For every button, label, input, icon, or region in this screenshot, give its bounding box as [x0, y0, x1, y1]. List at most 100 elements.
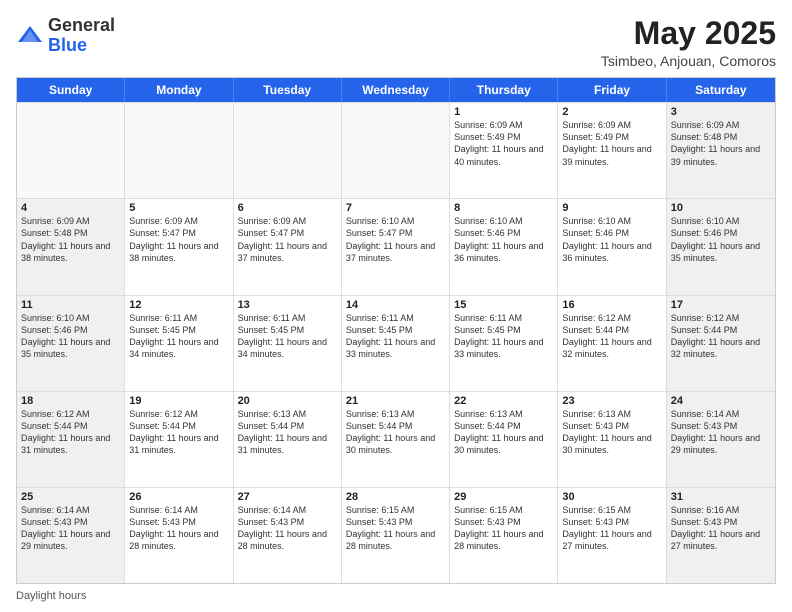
empty-cell [234, 103, 342, 198]
day-cell: 5Sunrise: 6:09 AM Sunset: 5:47 PM Daylig… [125, 199, 233, 294]
weekday-header: Sunday [17, 78, 125, 102]
day-number: 21 [346, 395, 445, 407]
calendar-row: 25Sunrise: 6:14 AM Sunset: 5:43 PM Dayli… [17, 487, 775, 583]
day-info: Sunrise: 6:10 AM Sunset: 5:47 PM Dayligh… [346, 215, 445, 264]
day-cell: 13Sunrise: 6:11 AM Sunset: 5:45 PM Dayli… [234, 296, 342, 391]
day-cell: 26Sunrise: 6:14 AM Sunset: 5:43 PM Dayli… [125, 488, 233, 583]
day-cell: 27Sunrise: 6:14 AM Sunset: 5:43 PM Dayli… [234, 488, 342, 583]
calendar-row: 11Sunrise: 6:10 AM Sunset: 5:46 PM Dayli… [17, 295, 775, 391]
empty-cell [342, 103, 450, 198]
weekday-header: Saturday [667, 78, 775, 102]
day-number: 23 [562, 395, 661, 407]
weekday-header: Friday [558, 78, 666, 102]
day-cell: 20Sunrise: 6:13 AM Sunset: 5:44 PM Dayli… [234, 392, 342, 487]
day-number: 7 [346, 202, 445, 214]
day-info: Sunrise: 6:15 AM Sunset: 5:43 PM Dayligh… [562, 504, 661, 553]
day-number: 28 [346, 491, 445, 503]
day-info: Sunrise: 6:09 AM Sunset: 5:48 PM Dayligh… [21, 215, 120, 264]
weekday-header: Monday [125, 78, 233, 102]
day-number: 9 [562, 202, 661, 214]
day-cell: 10Sunrise: 6:10 AM Sunset: 5:46 PM Dayli… [667, 199, 775, 294]
day-number: 19 [129, 395, 228, 407]
day-cell: 17Sunrise: 6:12 AM Sunset: 5:44 PM Dayli… [667, 296, 775, 391]
day-info: Sunrise: 6:09 AM Sunset: 5:48 PM Dayligh… [671, 119, 771, 168]
logo-general-text: General [48, 15, 115, 35]
day-cell: 15Sunrise: 6:11 AM Sunset: 5:45 PM Dayli… [450, 296, 558, 391]
calendar-row: 18Sunrise: 6:12 AM Sunset: 5:44 PM Dayli… [17, 391, 775, 487]
day-info: Sunrise: 6:10 AM Sunset: 5:46 PM Dayligh… [454, 215, 553, 264]
day-number: 5 [129, 202, 228, 214]
day-number: 3 [671, 106, 771, 118]
logo: General Blue [16, 16, 115, 56]
day-cell: 8Sunrise: 6:10 AM Sunset: 5:46 PM Daylig… [450, 199, 558, 294]
day-info: Sunrise: 6:13 AM Sunset: 5:44 PM Dayligh… [238, 408, 337, 457]
day-number: 20 [238, 395, 337, 407]
page: General Blue May 2025 Tsimbeo, Anjouan, … [0, 0, 792, 612]
day-number: 18 [21, 395, 120, 407]
day-cell: 12Sunrise: 6:11 AM Sunset: 5:45 PM Dayli… [125, 296, 233, 391]
day-info: Sunrise: 6:09 AM Sunset: 5:49 PM Dayligh… [454, 119, 553, 168]
day-info: Sunrise: 6:15 AM Sunset: 5:43 PM Dayligh… [346, 504, 445, 553]
title-block: May 2025 Tsimbeo, Anjouan, Comoros [601, 16, 776, 69]
day-info: Sunrise: 6:15 AM Sunset: 5:43 PM Dayligh… [454, 504, 553, 553]
day-number: 26 [129, 491, 228, 503]
day-number: 16 [562, 299, 661, 311]
day-info: Sunrise: 6:12 AM Sunset: 5:44 PM Dayligh… [671, 312, 771, 361]
day-cell: 30Sunrise: 6:15 AM Sunset: 5:43 PM Dayli… [558, 488, 666, 583]
location: Tsimbeo, Anjouan, Comoros [601, 53, 776, 69]
weekday-header: Tuesday [234, 78, 342, 102]
calendar: SundayMondayTuesdayWednesdayThursdayFrid… [16, 77, 776, 584]
day-number: 24 [671, 395, 771, 407]
day-info: Sunrise: 6:14 AM Sunset: 5:43 PM Dayligh… [21, 504, 120, 553]
empty-cell [125, 103, 233, 198]
month-title: May 2025 [601, 16, 776, 51]
day-number: 22 [454, 395, 553, 407]
day-cell: 29Sunrise: 6:15 AM Sunset: 5:43 PM Dayli… [450, 488, 558, 583]
day-info: Sunrise: 6:09 AM Sunset: 5:49 PM Dayligh… [562, 119, 661, 168]
day-cell: 7Sunrise: 6:10 AM Sunset: 5:47 PM Daylig… [342, 199, 450, 294]
day-cell: 22Sunrise: 6:13 AM Sunset: 5:44 PM Dayli… [450, 392, 558, 487]
calendar-row: 4Sunrise: 6:09 AM Sunset: 5:48 PM Daylig… [17, 198, 775, 294]
day-cell: 9Sunrise: 6:10 AM Sunset: 5:46 PM Daylig… [558, 199, 666, 294]
day-number: 4 [21, 202, 120, 214]
day-number: 10 [671, 202, 771, 214]
day-info: Sunrise: 6:11 AM Sunset: 5:45 PM Dayligh… [454, 312, 553, 361]
day-cell: 25Sunrise: 6:14 AM Sunset: 5:43 PM Dayli… [17, 488, 125, 583]
day-cell: 11Sunrise: 6:10 AM Sunset: 5:46 PM Dayli… [17, 296, 125, 391]
day-info: Sunrise: 6:11 AM Sunset: 5:45 PM Dayligh… [346, 312, 445, 361]
day-number: 8 [454, 202, 553, 214]
day-info: Sunrise: 6:11 AM Sunset: 5:45 PM Dayligh… [238, 312, 337, 361]
day-info: Sunrise: 6:14 AM Sunset: 5:43 PM Dayligh… [671, 408, 771, 457]
logo-blue-text: Blue [48, 35, 87, 55]
calendar-header: SundayMondayTuesdayWednesdayThursdayFrid… [17, 78, 775, 102]
day-info: Sunrise: 6:13 AM Sunset: 5:44 PM Dayligh… [346, 408, 445, 457]
footer: Daylight hours [16, 590, 776, 602]
day-cell: 18Sunrise: 6:12 AM Sunset: 5:44 PM Dayli… [17, 392, 125, 487]
day-number: 2 [562, 106, 661, 118]
day-cell: 21Sunrise: 6:13 AM Sunset: 5:44 PM Dayli… [342, 392, 450, 487]
day-info: Sunrise: 6:10 AM Sunset: 5:46 PM Dayligh… [21, 312, 120, 361]
day-cell: 2Sunrise: 6:09 AM Sunset: 5:49 PM Daylig… [558, 103, 666, 198]
day-cell: 28Sunrise: 6:15 AM Sunset: 5:43 PM Dayli… [342, 488, 450, 583]
day-info: Sunrise: 6:10 AM Sunset: 5:46 PM Dayligh… [562, 215, 661, 264]
day-number: 1 [454, 106, 553, 118]
day-info: Sunrise: 6:13 AM Sunset: 5:44 PM Dayligh… [454, 408, 553, 457]
day-info: Sunrise: 6:14 AM Sunset: 5:43 PM Dayligh… [238, 504, 337, 553]
day-cell: 3Sunrise: 6:09 AM Sunset: 5:48 PM Daylig… [667, 103, 775, 198]
day-cell: 24Sunrise: 6:14 AM Sunset: 5:43 PM Dayli… [667, 392, 775, 487]
day-number: 13 [238, 299, 337, 311]
day-number: 25 [21, 491, 120, 503]
day-info: Sunrise: 6:12 AM Sunset: 5:44 PM Dayligh… [21, 408, 120, 457]
day-number: 17 [671, 299, 771, 311]
day-number: 30 [562, 491, 661, 503]
day-info: Sunrise: 6:11 AM Sunset: 5:45 PM Dayligh… [129, 312, 228, 361]
day-number: 31 [671, 491, 771, 503]
day-number: 29 [454, 491, 553, 503]
day-info: Sunrise: 6:10 AM Sunset: 5:46 PM Dayligh… [671, 215, 771, 264]
day-cell: 1Sunrise: 6:09 AM Sunset: 5:49 PM Daylig… [450, 103, 558, 198]
day-info: Sunrise: 6:12 AM Sunset: 5:44 PM Dayligh… [129, 408, 228, 457]
day-info: Sunrise: 6:13 AM Sunset: 5:43 PM Dayligh… [562, 408, 661, 457]
day-cell: 31Sunrise: 6:16 AM Sunset: 5:43 PM Dayli… [667, 488, 775, 583]
day-number: 11 [21, 299, 120, 311]
header: General Blue May 2025 Tsimbeo, Anjouan, … [16, 16, 776, 69]
